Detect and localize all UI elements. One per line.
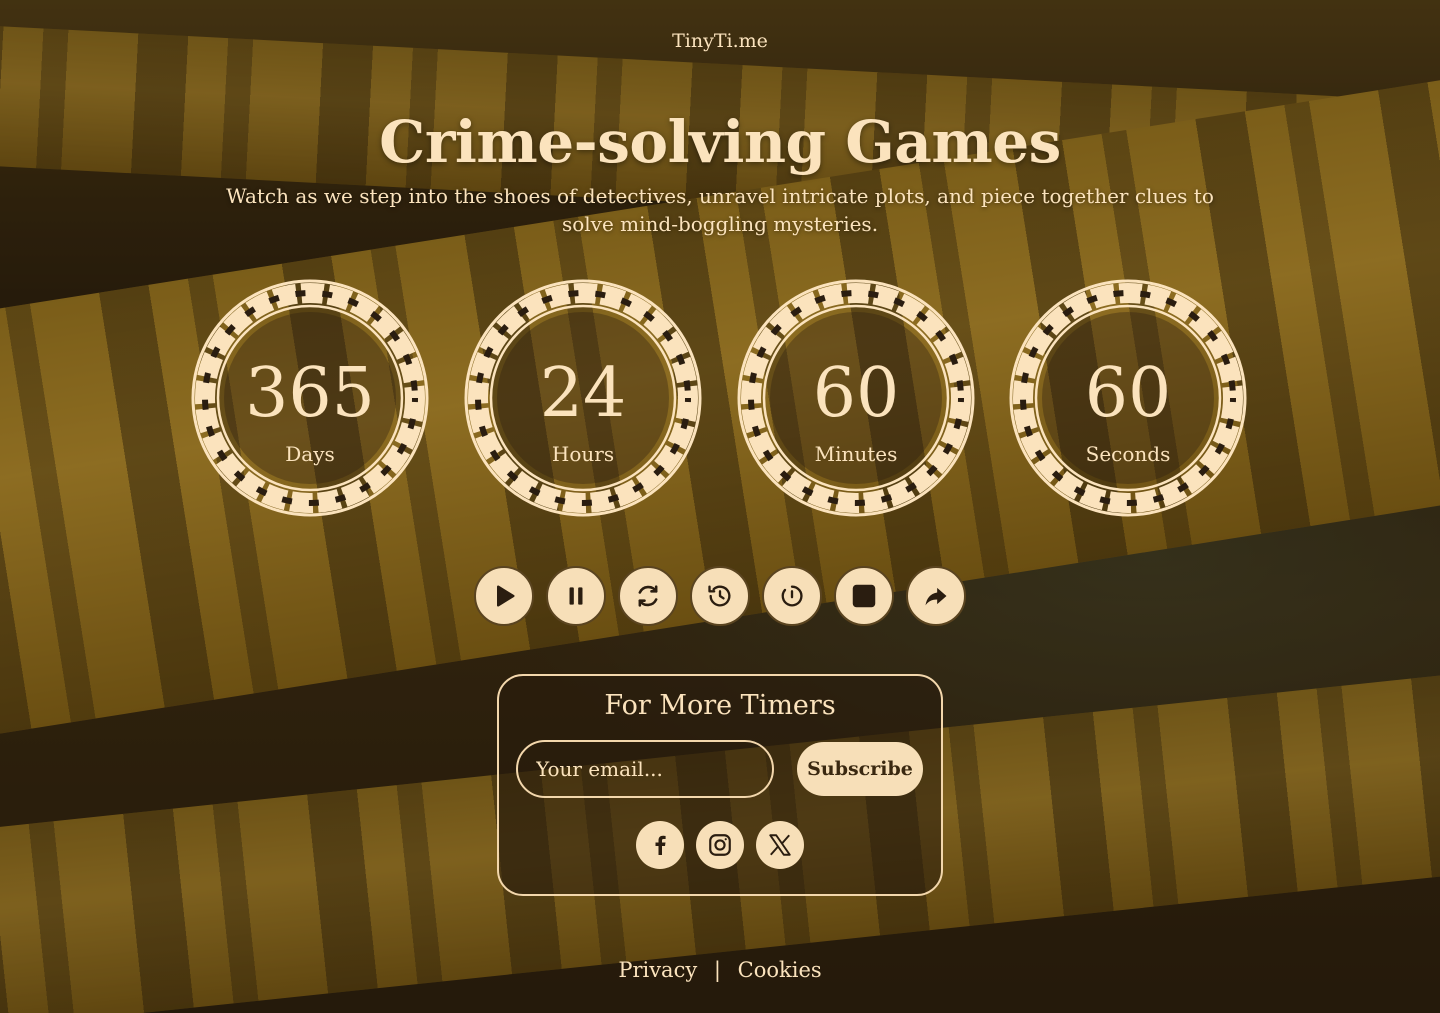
subscribe-card: For More Timers Subscribe	[497, 674, 943, 896]
timer-value: 365	[245, 354, 375, 433]
share-icon	[925, 587, 947, 606]
timer-days: 365 Days	[190, 278, 430, 518]
share-button[interactable]	[906, 566, 966, 626]
timer-value: 60	[1084, 354, 1172, 433]
timer-seconds: 60 Seconds	[1008, 278, 1248, 518]
stop-button[interactable]	[834, 566, 894, 626]
facebook-link[interactable]	[636, 821, 684, 869]
instagram-icon	[709, 834, 731, 856]
page-subtitle: Watch as we step into the shoes of detec…	[226, 184, 1214, 236]
timer-icon	[781, 585, 803, 607]
stop-icon	[852, 584, 876, 608]
timer-unit: Hours	[551, 442, 615, 466]
play-icon	[497, 585, 515, 607]
timer-unit: Days	[285, 442, 335, 466]
x-icon	[769, 834, 791, 856]
privacy-link[interactable]: Privacy	[618, 958, 697, 982]
page-title: Crime-solving Games	[379, 108, 1061, 176]
timer-minutes: 60 Minutes	[736, 278, 976, 518]
timer-value: 60	[812, 354, 900, 433]
timer-controls	[474, 566, 966, 626]
timer-value: 24	[539, 354, 627, 433]
pause-icon	[569, 587, 583, 605]
instagram-link[interactable]	[696, 821, 744, 869]
countdown-timers: 365 Days 24 Hours 60 Minutes 60 Seconds	[190, 278, 1250, 518]
timer-reset-button[interactable]	[762, 566, 822, 626]
brand-logo[interactable]: TinyTi.me	[0, 30, 1440, 52]
refresh-icon	[638, 585, 658, 607]
restart-button[interactable]	[618, 566, 678, 626]
timer-unit: Minutes	[814, 442, 898, 466]
subscribe-title: For More Timers	[604, 690, 836, 721]
email-field[interactable]	[516, 740, 774, 798]
social-links	[636, 821, 806, 871]
timer-unit: Seconds	[1085, 442, 1171, 466]
history-icon	[708, 585, 731, 607]
x-link[interactable]	[756, 821, 804, 869]
subscribe-button[interactable]: Subscribe	[797, 742, 923, 796]
pause-button[interactable]	[546, 566, 606, 626]
facebook-icon	[655, 835, 666, 855]
history-button[interactable]	[690, 566, 750, 626]
footer: Privacy | Cookies	[0, 958, 1440, 982]
footer-separator: |	[713, 958, 721, 982]
cookies-link[interactable]: Cookies	[738, 958, 822, 982]
play-button[interactable]	[474, 566, 534, 626]
timer-hours: 24 Hours	[463, 278, 703, 518]
